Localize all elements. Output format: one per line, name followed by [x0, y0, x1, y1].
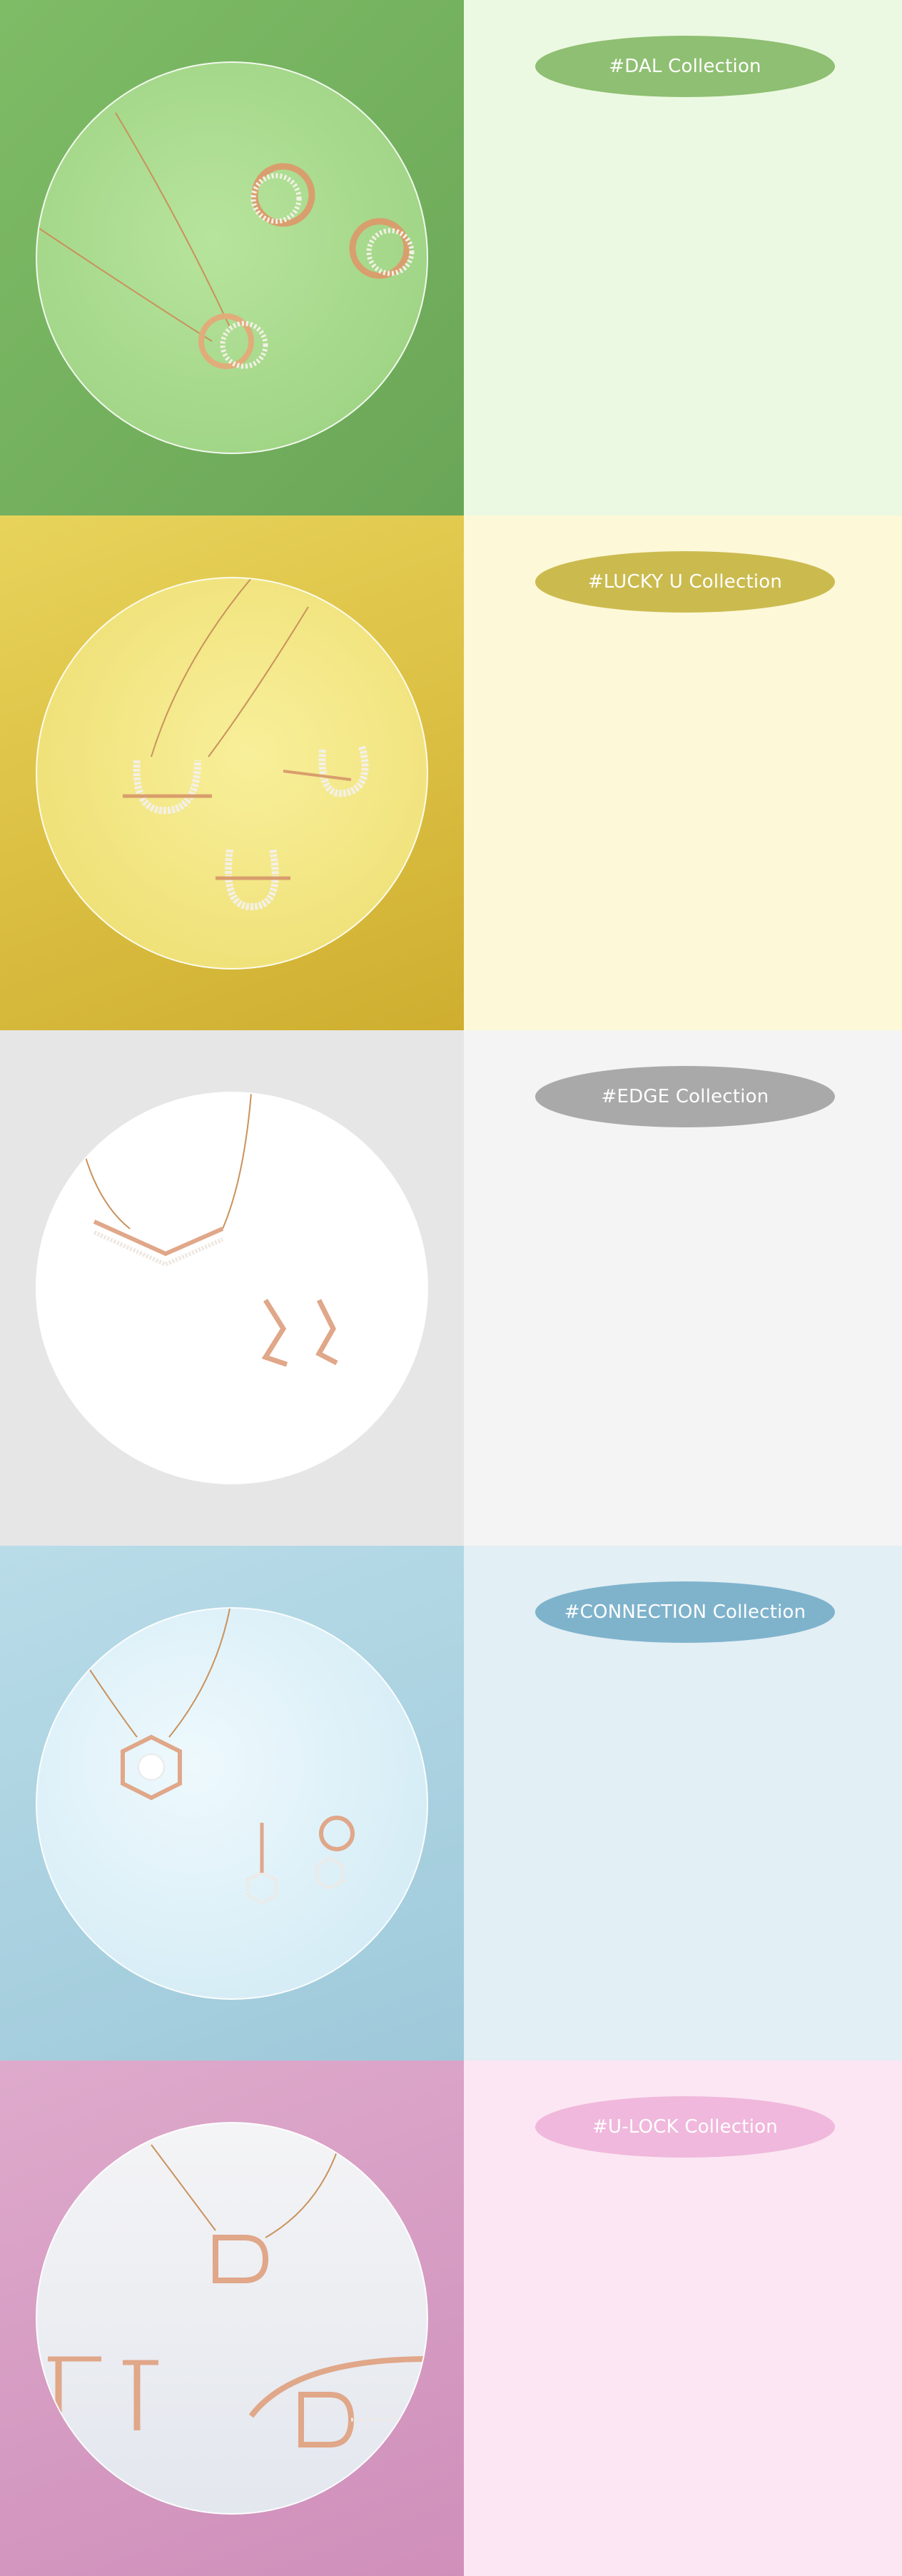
collection-badge[interactable]: #U-LOCK Collection	[535, 2096, 835, 2158]
connection-jewelry-illustration	[86, 1608, 355, 1905]
lucky-u-jewelry-illustration	[123, 578, 369, 910]
product-photo-circle[interactable]	[36, 2122, 428, 2515]
collection-badge[interactable]: #CONNECTION Collection	[535, 1581, 835, 1643]
collection-section-u-lock: #U-LOCK Collection	[0, 2061, 902, 2576]
collection-label-panel: #CONNECTION Collection	[464, 1545, 902, 2061]
collection-label-panel: #LUCKY U Collection	[464, 515, 902, 1031]
collection-label-panel: #DAL Collection	[464, 0, 902, 515]
collection-image-panel	[0, 2061, 464, 2576]
collection-image-panel	[0, 1545, 464, 2061]
u-lock-jewelry-illustration	[48, 2144, 427, 2448]
collection-image-panel	[0, 0, 464, 515]
collection-section-edge: #EDGE Collection	[0, 1030, 902, 1546]
collection-image-panel	[0, 1030, 464, 1546]
collection-badge[interactable]: #LUCKY U Collection	[535, 550, 835, 613]
edge-jewelry-illustration	[79, 1093, 338, 1367]
product-photo-circle[interactable]	[36, 576, 428, 970]
collection-name: #EDGE Collection	[601, 1086, 769, 1108]
collection-name: #U-LOCK Collection	[592, 2116, 778, 2138]
collection-label-panel: #U-LOCK Collection	[464, 2061, 902, 2576]
collection-badge[interactable]: #EDGE Collection	[535, 1066, 835, 1128]
product-photo-circle[interactable]	[36, 1606, 428, 2000]
collection-section-dal: #DAL Collection	[0, 0, 902, 515]
collection-section-lucky-u: #LUCKY U Collection	[0, 515, 902, 1031]
collection-image-panel	[0, 515, 464, 1031]
collection-label-panel: #EDGE Collection	[464, 1030, 902, 1546]
collection-section-connection: #CONNECTION Collection	[0, 1545, 902, 2061]
product-photo-circle[interactable]	[36, 1092, 428, 1485]
collection-name: #CONNECTION Collection	[564, 1601, 806, 1623]
product-photo-circle[interactable]	[36, 61, 428, 454]
dal-jewelry-illustration	[37, 112, 415, 369]
collection-name: #DAL Collection	[609, 56, 761, 77]
collection-name: #LUCKY U Collection	[587, 570, 783, 593]
collection-badge[interactable]: #DAL Collection	[535, 36, 835, 97]
